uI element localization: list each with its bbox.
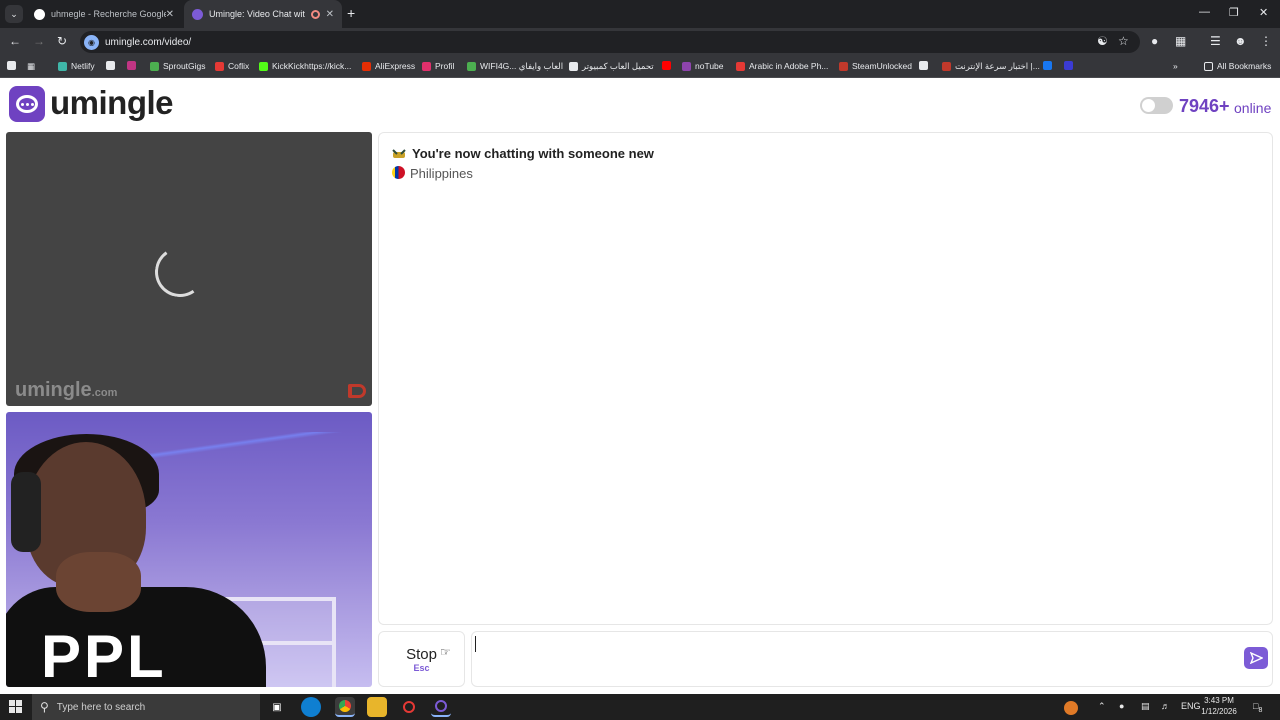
chrome-icon[interactable] [335,697,355,717]
new-tab-button[interactable]: + [347,5,355,21]
profile-avatar-icon[interactable]: ☻ [1234,34,1247,48]
bookmark-item[interactable]: KickKickhttps://kick... [259,61,351,71]
system-clock[interactable]: 3:43 PM 1/12/2026 [1196,695,1242,717]
extensions-puzzle-icon[interactable]: ▦ [1175,34,1186,48]
country-flag-icon [392,166,405,179]
send-button[interactable] [1244,647,1268,669]
text-caret [475,636,476,652]
show-hidden-icons[interactable]: ⌃ [1098,701,1106,712]
clock-date: 1/12/2026 [1201,707,1237,716]
report-flag-icon[interactable] [348,384,366,398]
file-explorer-icon[interactable] [367,697,387,717]
tab-title: uhmegle - Recherche Google [51,9,166,19]
bookmark-item[interactable] [1043,61,1056,70]
mouse-cursor-icon: ☞ [440,645,451,659]
bookmark-item[interactable]: Coflix [215,61,249,71]
chat-panel [378,132,1273,625]
tab-umingle[interactable]: Umingle: Video Chat with Stra ✕ [184,0,342,28]
menu-kebab-icon[interactable]: ⋮ [1260,34,1272,48]
microphone-icon[interactable]: ● [1119,701,1124,711]
extension-icon[interactable]: ● [1151,34,1158,48]
stop-button[interactable]: Stop Esc [378,631,465,687]
taskbar-search[interactable]: ⚲ Type here to search [32,694,260,720]
handshake-icon [392,149,406,158]
recording-indicator-icon [310,9,320,19]
sidebar-toggle-icon[interactable] [7,61,20,70]
bookmark-item[interactable]: اختبار سرعة الإنترنت |... [942,61,1040,72]
send-icon [1249,652,1263,664]
bookmarks-bar: ▦ Netlify SproutGigs Coflix KickKickhttp… [0,56,1280,78]
video-watermark: umingle.com [15,379,118,401]
task-view-icon[interactable]: ▣ [267,697,287,717]
umingle-tab-icon [192,8,203,20]
reload-icon[interactable]: ↻ [57,34,67,48]
tab-title: Umingle: Video Chat with Stra [209,9,305,19]
close-window-icon[interactable]: ✕ [1259,6,1268,19]
bookmark-item[interactable]: SteamUnlocked [839,61,912,71]
browser-tab-strip: ⌄ uhmegle - Recherche Google ✕ Umingle: … [0,0,1280,28]
bookmark-item[interactable] [662,61,675,70]
online-count: 7946+ [1179,96,1230,116]
tab-search-button[interactable]: ⌄ [5,5,23,23]
chrome-dev-icon[interactable] [399,697,419,717]
volume-icon[interactable]: ♬ [1161,701,1170,711]
forward-icon[interactable]: → [33,34,45,48]
address-bar[interactable]: ◉ umingle.com/video/ [80,31,1140,53]
bookmark-item[interactable]: Arabic in Adobe Ph... [736,61,828,71]
partner-country: Philippines [410,166,473,181]
search-placeholder: Type here to search [56,701,146,713]
bookmark-item[interactable] [919,61,932,70]
stop-shortcut: Esc [413,663,430,673]
stop-label: Stop [406,646,437,663]
more-bookmarks-icon[interactable]: » [1173,61,1178,71]
bookmark-item[interactable]: تحميل العاب كمبيوتر [569,61,654,72]
system-message: You're now chatting with someone new [412,146,654,161]
umingle-logo-text[interactable]: umingle [50,84,174,122]
windows-start-icon[interactable] [9,700,22,713]
bookmark-item[interactable] [1064,61,1077,70]
translate-icon[interactable]: ☯ [1097,34,1108,48]
network-icon[interactable]: ▤ [1141,701,1150,712]
bookmark-item[interactable] [127,61,140,70]
bookmark-item[interactable]: SproutGigs [150,61,206,71]
online-label: online [1234,100,1272,116]
close-tab-icon[interactable]: ✕ [326,9,334,20]
search-icon: ⚲ [40,700,49,714]
close-tab-icon[interactable]: ✕ [166,9,174,20]
bookmark-item[interactable]: noTube [682,61,724,71]
bookmark-item[interactable]: AliExpress [362,61,415,71]
all-bookmarks-folder[interactable]: All Bookmarks [1204,61,1271,71]
clock-time: 3:43 PM [1204,696,1234,705]
apps-grid-icon[interactable]: ▦ [27,61,35,72]
bookmark-star-icon[interactable]: ☆ [1118,34,1129,48]
edge-icon[interactable] [301,697,321,717]
back-icon[interactable]: ← [9,34,21,48]
bookmark-item[interactable] [106,61,119,70]
minimize-icon[interactable]: — [1199,6,1210,18]
bookmark-item[interactable]: WIFI4G... العاب وايفاي [467,61,563,72]
url-text: umingle.com/video/ [105,36,192,48]
local-webcam-video: PPL [6,412,372,687]
app-icon[interactable] [431,697,451,717]
google-icon [34,8,45,20]
browser-toolbar: ← → ↻ ◉ umingle.com/video/ ☯ ☆ ● ▦ ☰ ☻ ⋮ [0,28,1280,56]
site-info-icon[interactable]: ◉ [84,34,99,50]
restore-icon[interactable]: ❐ [1229,6,1239,19]
bookmark-item[interactable]: Profil [422,61,454,71]
tab-google-search[interactable]: uhmegle - Recherche Google ✕ [26,0,182,28]
umingle-logo-icon[interactable] [9,86,45,122]
media-control-icon[interactable]: ☰ [1210,34,1221,48]
message-input[interactable] [471,631,1273,687]
notifications-icon[interactable]: □8 [1253,701,1262,714]
theme-toggle[interactable] [1140,97,1173,114]
weather-icon[interactable] [1064,701,1078,717]
bookmark-item[interactable]: Netlify [58,61,95,71]
